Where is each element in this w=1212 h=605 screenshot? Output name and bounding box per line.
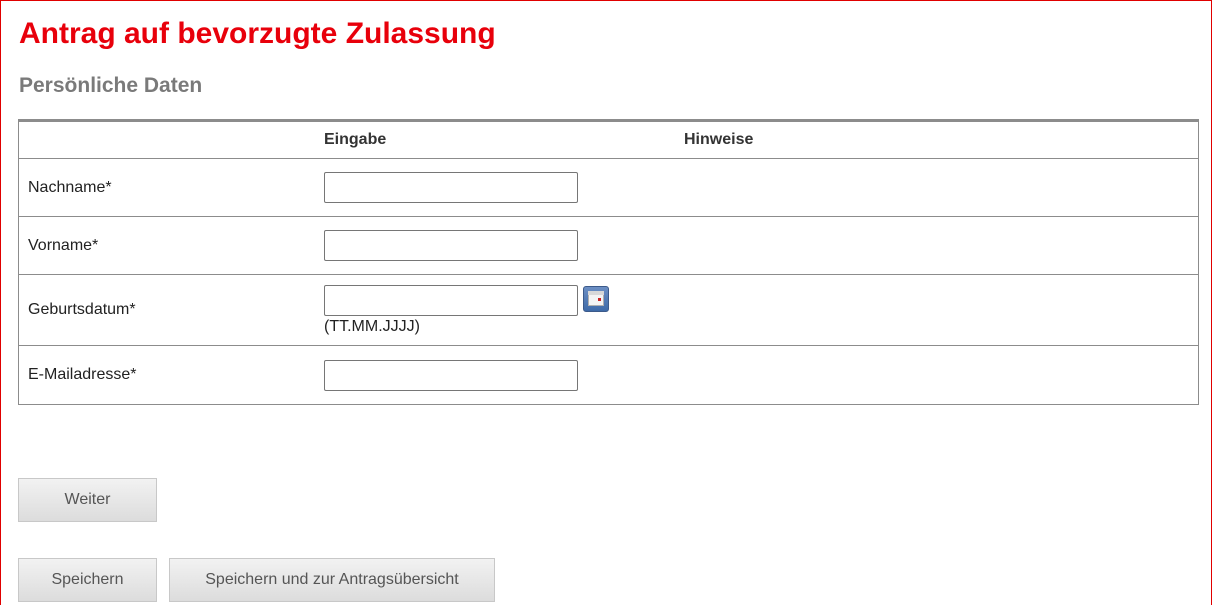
email-label: E-Mailadresse* — [28, 366, 137, 383]
email-input-cell — [324, 345, 684, 405]
header-hints: Hinweise — [684, 120, 1199, 159]
birthdate-field-group: (TT.MM.JJJJ) — [324, 284, 684, 336]
birthdate-input-cell: (TT.MM.JJJJ) — [324, 274, 684, 346]
email-label-cell: E-Mailadresse* — [18, 345, 324, 405]
save-button[interactable]: Speichern — [18, 558, 157, 602]
table-header-row: Eingabe Hinweise — [18, 120, 1199, 159]
section-title: Persönliche Daten — [19, 74, 203, 97]
calendar-icon[interactable] — [583, 285, 609, 312]
table-row-birthdate: Geburtsdatum* (TT.MM.JJJJ) — [18, 274, 1199, 346]
lastname-label: Nachname* — [28, 178, 112, 196]
birthdate-input[interactable] — [324, 284, 578, 316]
email-input[interactable] — [324, 359, 578, 391]
next-button[interactable]: Weiter — [18, 478, 157, 522]
birthdate-format-hint: (TT.MM.JJJJ) — [324, 317, 420, 335]
birthdate-block: (TT.MM.JJJJ) — [324, 284, 578, 336]
firstname-hint-cell — [684, 216, 1199, 275]
lastname-input-cell — [324, 158, 684, 217]
table-row-lastname: Nachname* — [18, 158, 1199, 217]
table-row-firstname: Vorname* — [18, 216, 1199, 275]
lastname-hint-cell — [684, 158, 1199, 217]
page-title: Antrag auf bevorzugte Zulassung — [19, 17, 496, 50]
birthdate-hint-cell — [684, 274, 1199, 346]
application-page: Antrag auf bevorzugte Zulassung Persönli… — [0, 0, 1212, 605]
lastname-input[interactable] — [324, 172, 578, 203]
header-label — [18, 120, 324, 159]
lastname-label-cell: Nachname* — [18, 158, 324, 217]
personal-data-table: Eingabe Hinweise Nachname* Vorname* Gebu — [18, 119, 1199, 405]
save-and-overview-button[interactable]: Speichern und zur Antragsübersicht — [169, 558, 495, 602]
firstname-label-cell: Vorname* — [18, 216, 324, 275]
email-hint-cell — [684, 345, 1199, 405]
birthdate-label-cell: Geburtsdatum* — [18, 274, 324, 346]
firstname-label: Vorname* — [28, 236, 99, 254]
firstname-input-cell — [324, 216, 684, 275]
header-input: Eingabe — [324, 120, 684, 159]
table-row-email: E-Mailadresse* — [18, 345, 1199, 405]
firstname-input[interactable] — [324, 230, 578, 261]
birthdate-label: Geburtsdatum* — [28, 301, 136, 318]
